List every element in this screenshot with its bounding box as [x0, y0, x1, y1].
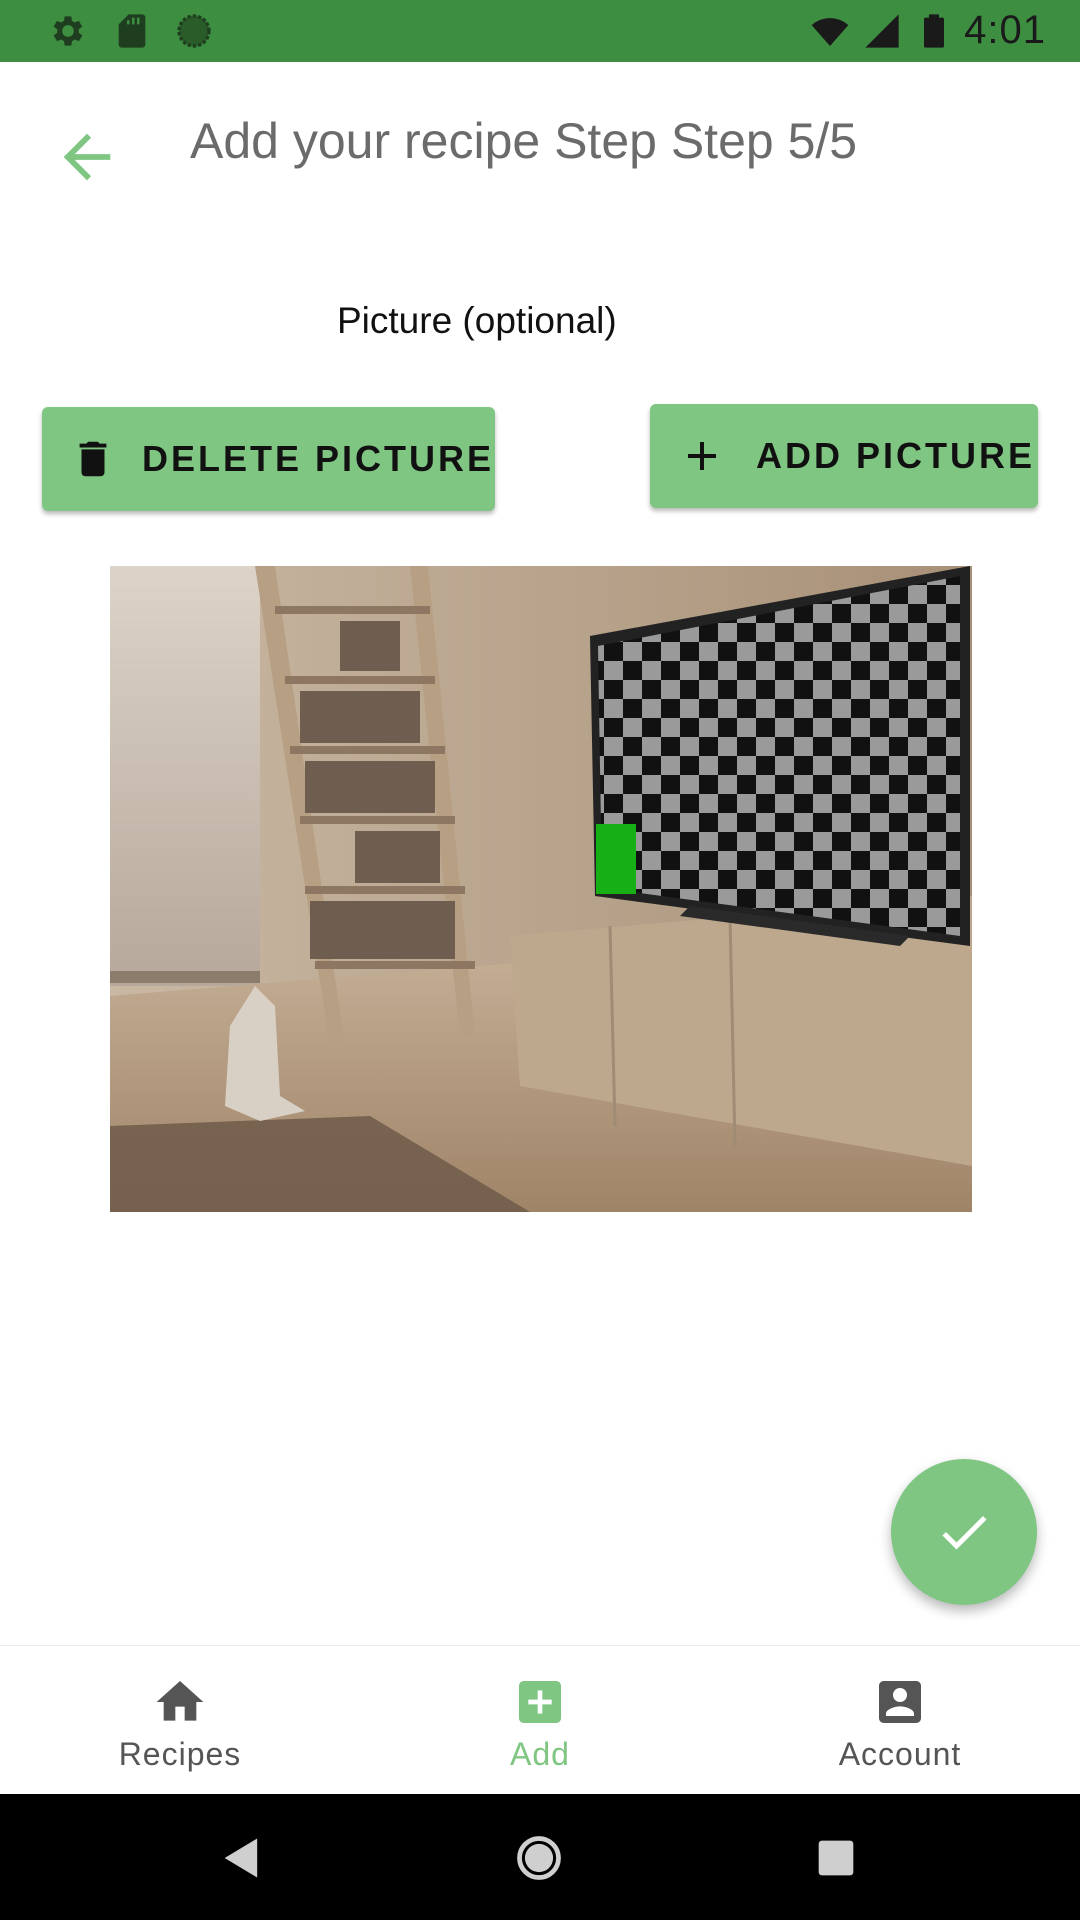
sync-circle-icon: [177, 14, 211, 48]
nav-label-recipes: Recipes: [118, 1736, 242, 1772]
delete-picture-button[interactable]: DELETE PICTURE: [42, 407, 495, 511]
toolbar: Add your recipe Step Step 5/5: [0, 62, 1080, 222]
nav-label-account: Account: [838, 1736, 962, 1772]
add-box-icon: [519, 1681, 561, 1723]
page-title: Add your recipe Step Step 5/5: [190, 113, 858, 169]
recipe-photo-image: [110, 566, 972, 1212]
signal-icon: [865, 14, 899, 48]
status-time: 4:01: [964, 8, 1046, 52]
recipe-photo: [110, 566, 972, 1212]
home-circle-icon[interactable]: [513, 1832, 565, 1884]
account-box-icon: [879, 1681, 921, 1723]
confirm-fab[interactable]: [891, 1459, 1037, 1605]
gear-icon: [53, 16, 83, 46]
section-label: Picture (optional): [337, 300, 617, 341]
nav-item-add[interactable]: Add: [360, 1646, 720, 1795]
trash-icon: [79, 441, 107, 477]
wifi-icon: [811, 18, 849, 46]
delete-picture-label: DELETE PICTURE: [142, 438, 495, 479]
nav-item-account[interactable]: Account: [720, 1646, 1080, 1795]
bottom-navigation: Recipes Add Account: [0, 1645, 1080, 1795]
check-icon: [942, 1516, 987, 1550]
nav-item-recipes[interactable]: Recipes: [0, 1646, 360, 1795]
nav-label-add: Add: [510, 1736, 570, 1772]
recents-square-icon[interactable]: [810, 1832, 862, 1884]
home-icon: [156, 1681, 204, 1721]
add-picture-label: ADD PICTURE: [756, 435, 1036, 476]
sd-card-icon: [118, 14, 146, 48]
arrow-back-icon[interactable]: [52, 122, 122, 192]
battery-icon: [924, 14, 944, 48]
back-triangle-icon[interactable]: [216, 1832, 268, 1884]
status-bar: 4:01: [0, 0, 1080, 62]
system-navigation-bar: [0, 1794, 1080, 1920]
add-picture-button[interactable]: ADD PICTURE: [650, 404, 1038, 508]
plus-icon: [688, 442, 716, 470]
